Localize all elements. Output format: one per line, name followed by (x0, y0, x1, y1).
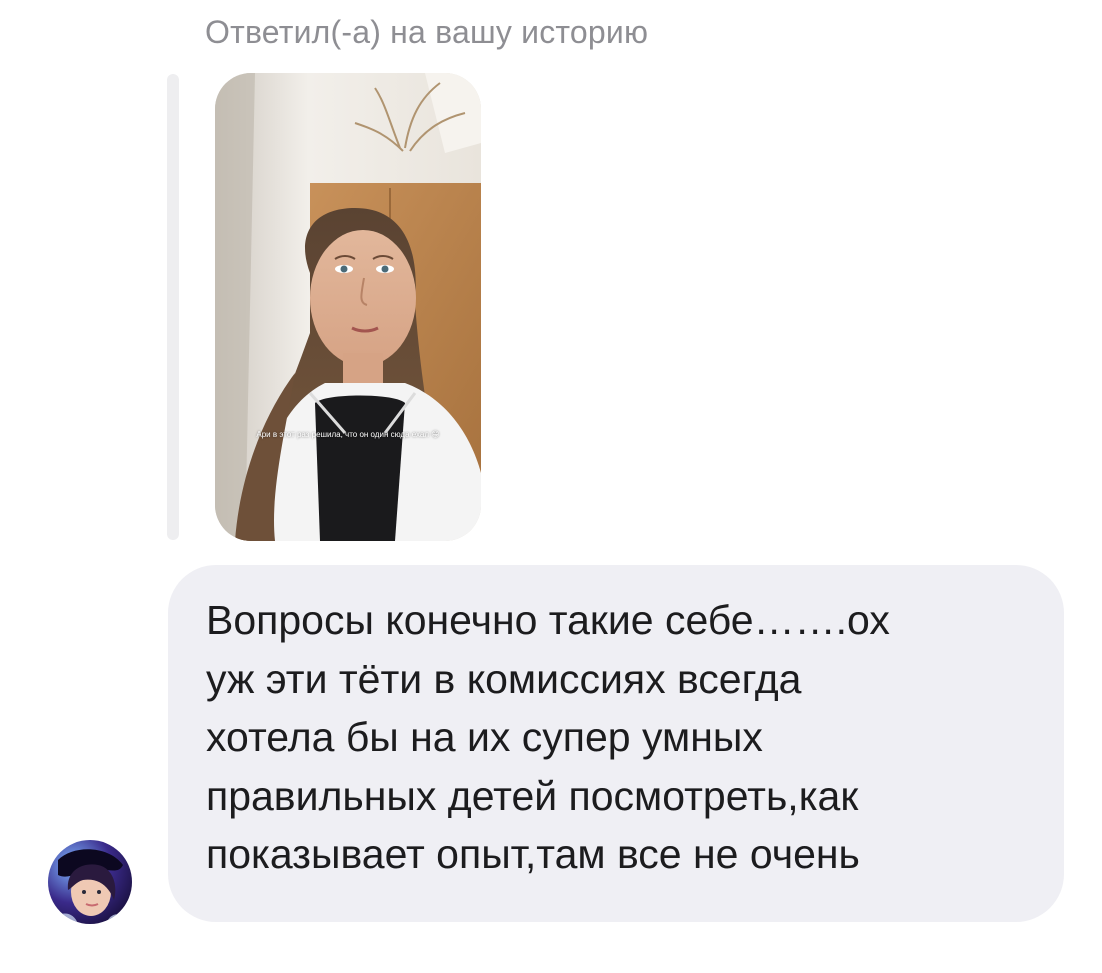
reply-quote-bar (167, 74, 179, 540)
story-thumbnail[interactable]: Ари в этот раз решила, что он один сюда … (215, 73, 481, 541)
message-bubble[interactable]: Вопросы конечно такие себе…….ох уж эти т… (168, 565, 1064, 922)
user-avatar-icon[interactable] (48, 840, 132, 924)
avatar-image (48, 840, 132, 924)
story-caption: Ари в этот раз решила, что он один сюда … (256, 430, 440, 439)
message-text: Вопросы конечно такие себе…….ох уж эти т… (206, 597, 890, 877)
reply-header: Ответил(-а) на вашу историю (205, 14, 649, 50)
story-image (215, 73, 481, 541)
